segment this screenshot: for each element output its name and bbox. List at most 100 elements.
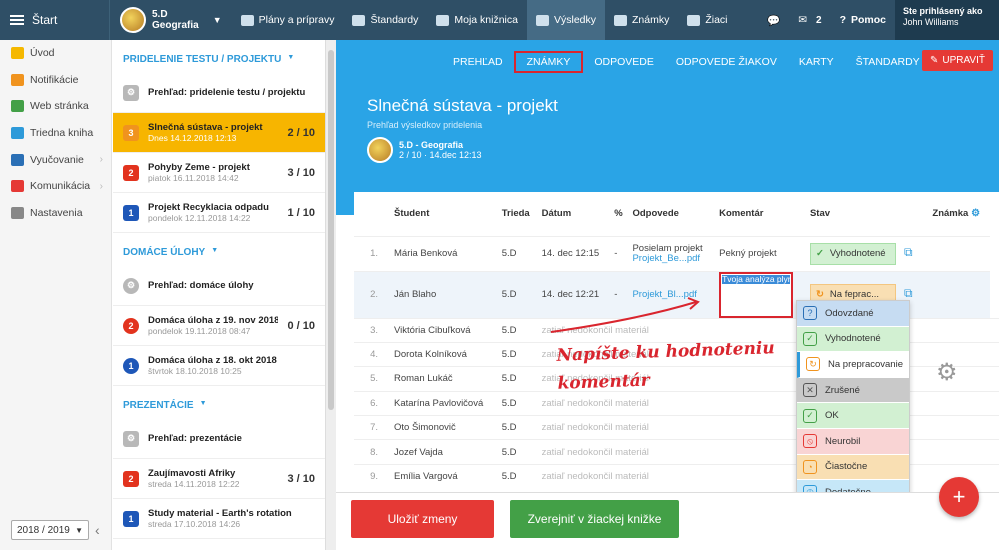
comment-editor[interactable]: Tvoja analýza plynov Jupitera v spodnej … bbox=[719, 271, 794, 318]
topnav-item[interactable]: Výsledky bbox=[526, 0, 605, 40]
list-item-title: Prehľad: prezentácie bbox=[148, 433, 242, 444]
nav-icon bbox=[535, 14, 549, 26]
list-item[interactable]: ⚙ Prehľad: domáce úlohy bbox=[113, 266, 325, 306]
state-option[interactable]: ⦸ Neurobil bbox=[797, 428, 909, 455]
save-button[interactable]: Uložiť zmeny bbox=[351, 500, 494, 538]
sidebar-item[interactable]: Triedna kniha bbox=[0, 120, 111, 147]
list-item[interactable]: ⚙ Prehľad: prezentácie bbox=[113, 419, 325, 459]
user-menu[interactable]: Ste prihlásený ako John Williams bbox=[895, 0, 999, 40]
page-subtitle: Prehľad výsledkov pridelenia bbox=[367, 120, 483, 130]
chat-icon[interactable]: 💬 bbox=[758, 0, 789, 40]
list-item[interactable]: 3 Slnečná sústava - projekt Dnes 14.12.201… bbox=[113, 113, 325, 153]
list-item[interactable]: 1 Domáca úloha z 18. okt 2018 štvrtok 18.1… bbox=[113, 346, 325, 386]
list-item-date: Dnes 14.12.2018 12:13 bbox=[148, 132, 237, 143]
state-option-icon: ✕ bbox=[803, 383, 817, 398]
list-item[interactable]: 2 Zaujímavosti Afriky streda 14.11.2018 12… bbox=[113, 459, 325, 499]
state-option-label: Vyhodnotené bbox=[825, 333, 881, 345]
state-select[interactable]: ✓ Vyhodnotené bbox=[809, 242, 896, 265]
assignment-panel: PRIDELENIE TESTU / PROJEKTU ▼ ⚙ Prehľad: pr… bbox=[113, 40, 326, 550]
panel-scrollbar[interactable] bbox=[326, 40, 336, 550]
state-option[interactable]: ✕ Zrušené bbox=[797, 377, 909, 404]
list-item-title: Prehľad: pridelenie testu / projektu bbox=[148, 87, 306, 98]
answer-cell bbox=[715, 390, 806, 416]
state-option[interactable]: ✓ Vyhodnotené bbox=[797, 326, 909, 353]
topnav-item[interactable]: Žiaci bbox=[678, 0, 736, 40]
publish-button[interactable]: Zverejniť v žiackej knižke bbox=[510, 500, 679, 538]
tab-item[interactable]: ZNÁMKY bbox=[513, 51, 584, 73]
row-index: 7. bbox=[354, 415, 390, 440]
percent: - bbox=[610, 235, 629, 271]
section-title-label: DOMÁCE ÚLOHY bbox=[123, 247, 206, 258]
list-item-title: Pohyby Zeme - projekt bbox=[148, 161, 250, 173]
tab-item[interactable]: ODPOVEDE bbox=[583, 51, 665, 73]
list-item[interactable]: 1 Projekt Recyklacia odpadu pondelok 12.11… bbox=[113, 193, 325, 233]
column-header: Známka ⚙ bbox=[928, 192, 990, 236]
help-button[interactable]: ? Pomoc bbox=[831, 0, 895, 40]
add-button[interactable]: + bbox=[939, 477, 979, 517]
state-option[interactable]: ↻ Na prepracovanie bbox=[797, 352, 909, 378]
sidebar-item[interactable]: Úvod bbox=[0, 40, 111, 67]
edit-button[interactable]: ✎ UPRAVIŤ bbox=[922, 50, 993, 71]
table-row[interactable]: 1. Mária Benková 5.D 14. dec 12:15- Posielam… bbox=[354, 235, 999, 271]
item-number-badge: 1 bbox=[123, 357, 139, 374]
row-index: 9. bbox=[354, 463, 390, 489]
start-button[interactable]: Štart bbox=[0, 0, 110, 40]
list-item[interactable]: 2 Pohyby Zeme - projekt piatok 16.11.2018 … bbox=[113, 153, 325, 193]
sidebar-item[interactable]: Komunikácia › bbox=[0, 173, 111, 200]
comment-cell[interactable]: Tvoja analýza plynov Jupitera v spodnej … bbox=[715, 270, 806, 318]
pending-status: zatiaľ nedokončil materiál bbox=[537, 439, 716, 465]
sidebar-item-label: Vyučovanie bbox=[30, 153, 84, 166]
tab-item[interactable]: PREHĽAD bbox=[442, 51, 514, 73]
column-header-label: Známka bbox=[932, 208, 969, 220]
external-link-icon[interactable]: ⧉ bbox=[904, 245, 913, 259]
external-link-icon[interactable]: ⧉ bbox=[904, 286, 913, 300]
attachment-link[interactable]: Projekt_Bl...pdf bbox=[632, 289, 711, 300]
section-title[interactable]: PREZENTÁCIE ▼ bbox=[113, 386, 325, 419]
row-index: 1. bbox=[354, 235, 390, 271]
item-number-badge: 3 bbox=[123, 124, 139, 141]
student-name: Roman Lukáč bbox=[390, 366, 498, 392]
year-select[interactable]: 2018 / 2019 ▼ bbox=[11, 520, 89, 540]
chevron-down-icon: ▼ bbox=[199, 400, 207, 407]
topnav-item[interactable]: Plány a prípravy bbox=[232, 0, 344, 40]
messages-button[interactable]: ✉ 2 bbox=[789, 0, 830, 40]
sidebar-icon bbox=[11, 180, 24, 193]
sidebar-icon bbox=[11, 47, 24, 60]
scroll-thumb[interactable] bbox=[328, 50, 334, 410]
column-header: % bbox=[610, 192, 628, 236]
column-header-label: Dátum bbox=[541, 208, 572, 220]
state-option-icon: ✓ bbox=[803, 331, 817, 346]
grade-cell[interactable] bbox=[928, 235, 991, 271]
sidebar-item[interactable]: Vyučovanie › bbox=[0, 146, 111, 173]
list-item[interactable]: 2 Domáca úloha z 19. nov 2018 pondelok 19.… bbox=[113, 306, 325, 346]
sidebar-item[interactable]: Notifikácie bbox=[0, 67, 111, 94]
state-option-label: Neurobil bbox=[825, 435, 861, 447]
state-option[interactable]: ? Odovzdané bbox=[797, 301, 909, 327]
section-title[interactable]: DOMÁCE ÚLOHY ▼ bbox=[113, 233, 325, 266]
topnav-item[interactable]: Moja knižnica bbox=[427, 0, 527, 40]
answer-cell: Projekt_Bl...pdf bbox=[628, 270, 716, 318]
collapse-sidebar-icon[interactable]: ‹ bbox=[95, 522, 100, 538]
state-option-label: Zrušené bbox=[825, 384, 860, 396]
topnav-item[interactable]: Známky bbox=[605, 0, 678, 40]
chevron-down-icon: ▼ bbox=[287, 54, 295, 61]
state-option[interactable]: ◔ Čiastočne bbox=[797, 454, 909, 481]
list-item[interactable]: ⚙ Prehľad: pridelenie testu / projektu bbox=[113, 73, 325, 113]
sidebar-item[interactable]: Nastavenia bbox=[0, 200, 111, 227]
sidebar-item[interactable]: Web stránka bbox=[0, 93, 111, 120]
comment-cell[interactable]: Pekný projekt bbox=[715, 235, 806, 271]
tab-item[interactable]: ŠTANDARDY bbox=[845, 51, 931, 73]
topnav-item[interactable]: Štandardy bbox=[343, 0, 427, 40]
class-selector[interactable]: 5.D Geografia ▼ bbox=[110, 0, 232, 40]
state-option[interactable]: ✓ OK bbox=[797, 403, 909, 429]
top-right: 💬 ✉ 2 ? Pomoc Ste prihlásený ako John Wi… bbox=[758, 0, 999, 40]
list-item[interactable]: 1 Study material - Earth's rotation streda… bbox=[113, 499, 325, 539]
class-label: 5.D Geografia bbox=[152, 9, 199, 31]
gear-icon[interactable]: ⚙ bbox=[936, 358, 958, 387]
grade-cell[interactable] bbox=[928, 270, 991, 318]
gear-icon[interactable]: ⚙ bbox=[968, 208, 980, 219]
section-title[interactable]: PRIDELENIE TESTU / PROJEKTU ▼ bbox=[113, 40, 325, 73]
tab-item[interactable]: KARTY bbox=[788, 51, 845, 73]
attachment-link[interactable]: Projekt_Be...pdf bbox=[632, 253, 711, 264]
tab-item[interactable]: ODPOVEDE ŽIAKOV bbox=[665, 51, 788, 73]
